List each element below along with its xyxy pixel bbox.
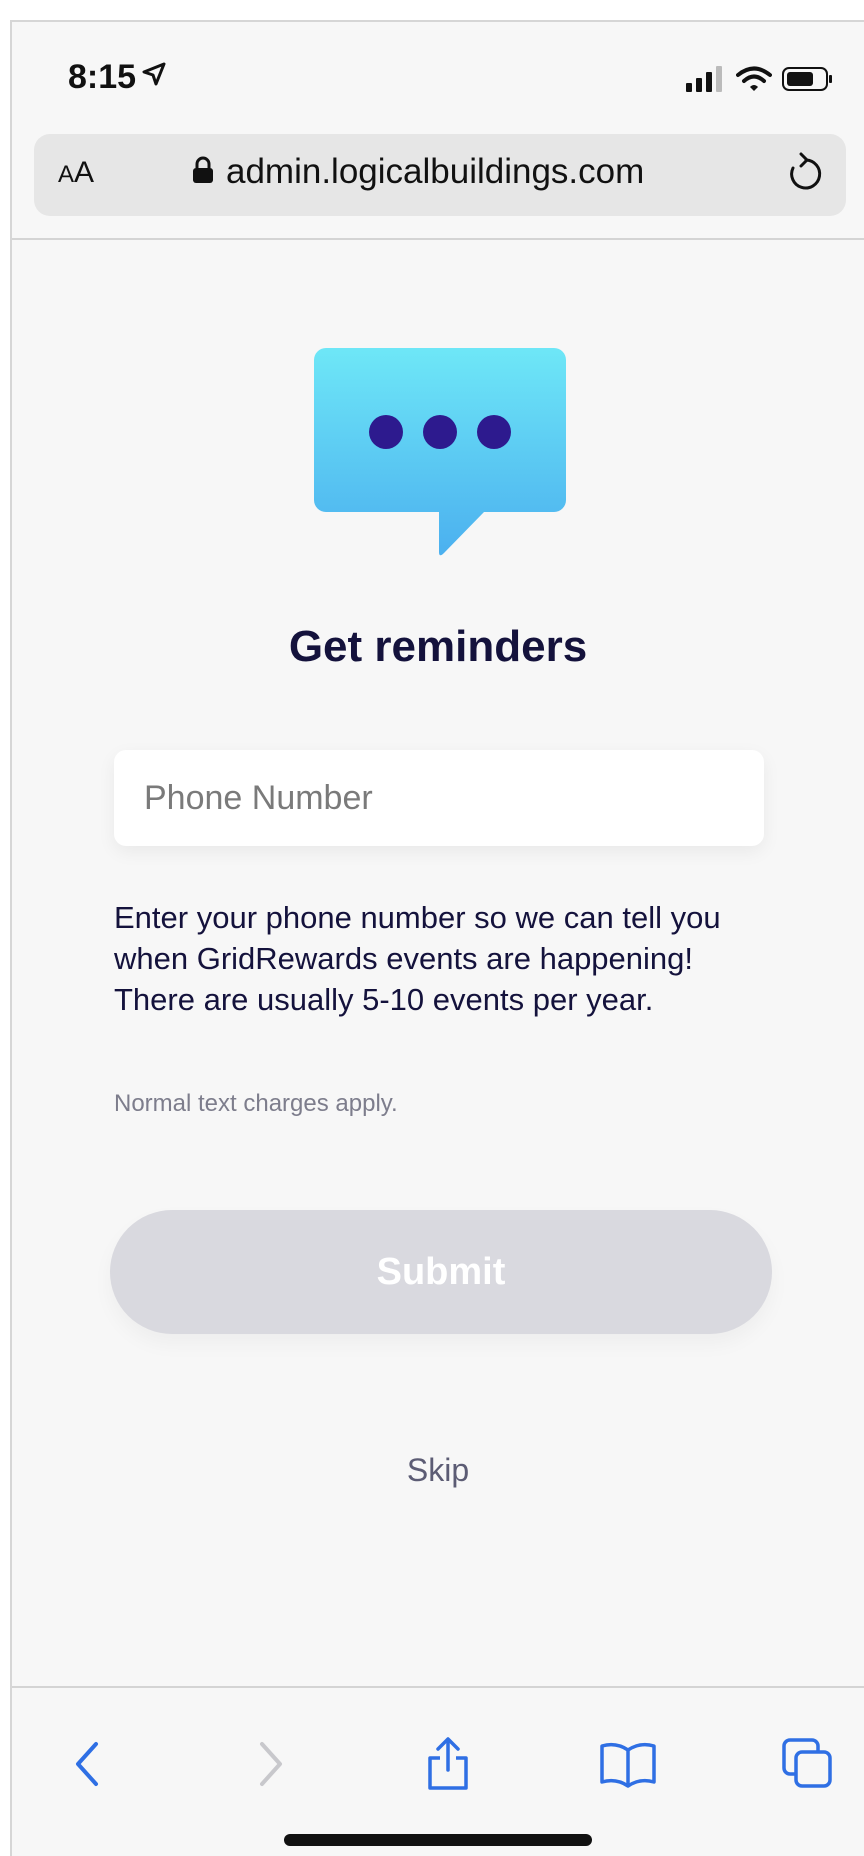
url-display[interactable]: admin.logicalbuildings.com [192,152,644,192]
phone-number-input[interactable] [114,750,764,846]
location-arrow-icon [140,60,168,93]
battery-icon [782,66,834,97]
page-title: Get reminders [288,622,588,671]
wifi-icon [736,66,772,97]
cellular-signal-icon [686,66,726,97]
back-icon[interactable] [56,1732,120,1796]
text-size-button[interactable]: AA [58,156,94,190]
status-icons [686,66,834,97]
status-time: 8:15 [68,58,137,96]
charges-note: Normal text charges apply. [114,1090,398,1117]
description-text: Enter your phone number so we can tell y… [114,900,721,1017]
share-icon[interactable] [416,1732,480,1796]
lock-icon [192,156,214,189]
top-divider [12,238,864,240]
browser-frame: 8:15 AA admin.logicalbuildings.com Get r… [10,20,864,1856]
chat-bubble-icon [314,348,566,569]
tabs-icon[interactable] [776,1732,840,1796]
forward-icon[interactable] [238,1732,302,1796]
status-bar: 8:15 [12,22,864,132]
browser-toolbar [12,1688,864,1856]
bookmarks-icon[interactable] [596,1732,660,1796]
submit-button[interactable]: Submit [110,1210,772,1334]
reload-icon[interactable] [784,152,824,201]
skip-link[interactable]: Skip [12,1452,864,1489]
home-indicator[interactable] [284,1834,592,1846]
url-text: admin.logicalbuildings.com [226,152,645,191]
address-bar[interactable]: AA admin.logicalbuildings.com [34,134,846,216]
